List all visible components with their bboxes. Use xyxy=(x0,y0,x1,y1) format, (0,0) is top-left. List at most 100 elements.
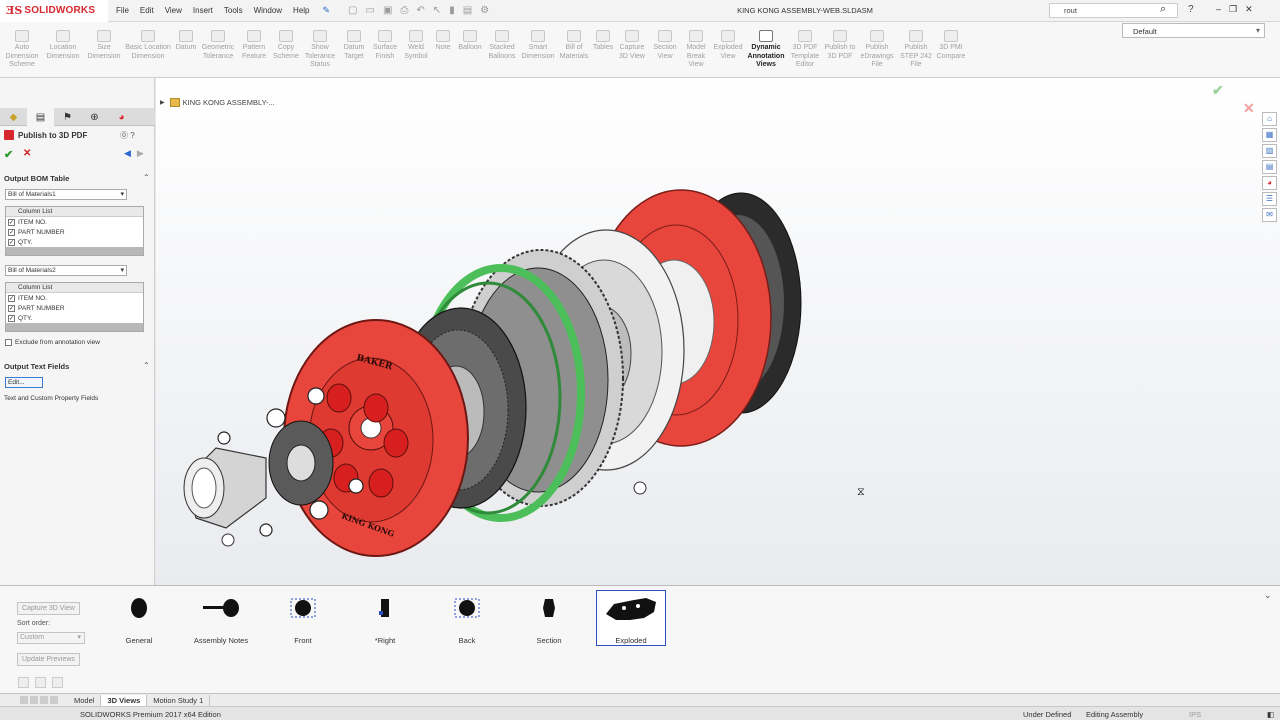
ok-check-icon[interactable]: ✔ xyxy=(4,148,13,161)
unit-system[interactable]: IPS xyxy=(1189,710,1201,719)
graphics-viewport[interactable]: ▶ KING KONG ASSEMBLY-... ✔ ✕ BAKER KING … xyxy=(156,78,1280,585)
tab-model[interactable]: Model xyxy=(68,694,102,706)
save-icon[interactable]: ▣ xyxy=(383,5,392,16)
collapse-panel-chevron-icon[interactable]: ⌄ xyxy=(1264,590,1272,601)
design-library-icon[interactable]: ▧ xyxy=(1262,144,1277,158)
close-icon[interactable]: ✕ xyxy=(1245,4,1253,15)
command-location-dimension[interactable]: Location Dimension xyxy=(41,22,85,61)
tab-3d-views[interactable]: 3D Views xyxy=(101,694,148,706)
menu-help[interactable]: Help xyxy=(293,6,309,15)
open-icon[interactable]: ▭ xyxy=(366,5,375,16)
command-publish-edrawings-file[interactable]: Publish eDrawings File xyxy=(857,22,897,70)
checkbox-checked-icon[interactable]: ✓ xyxy=(8,314,15,322)
command-tables[interactable]: Tables xyxy=(591,22,615,53)
forward-arrow-icon[interactable]: ▶ xyxy=(137,148,144,159)
property-manager-tab-icon[interactable]: ▤ xyxy=(27,108,54,126)
command-stacked-balloons[interactable]: Stacked Balloons xyxy=(485,22,519,61)
section-output-bom[interactable]: Output BOM Table xyxy=(4,174,69,183)
command-copy-scheme[interactable]: Copy Scheme xyxy=(271,22,301,61)
solidworks-logo[interactable]: ƎS SOLIDWORKS xyxy=(0,0,108,22)
command-auto-dimension-scheme[interactable]: Auto Dimension Scheme xyxy=(3,22,41,70)
menu-edit[interactable]: Edit xyxy=(140,6,154,15)
command-datum-target[interactable]: Datum Target xyxy=(339,22,369,61)
menu-tools[interactable]: Tools xyxy=(224,6,243,15)
prev-arrow-icon[interactable] xyxy=(30,696,38,704)
file-properties-icon[interactable]: ▤ xyxy=(463,5,472,16)
forum-icon[interactable]: ✉ xyxy=(1262,208,1277,222)
command-geometric-tolerance[interactable]: Geometric Tolerance xyxy=(199,22,237,61)
command-dynamic-annotation-views[interactable]: Dynamic Annotation Views xyxy=(745,22,787,70)
appearances-icon[interactable]: ◕ xyxy=(1262,176,1277,190)
feature-manager-tab-icon[interactable]: ◆ xyxy=(0,108,27,126)
print-icon[interactable]: ⎙ xyxy=(400,5,408,16)
help-icons[interactable]: ⓪ ? xyxy=(120,130,135,141)
search-input[interactable]: rout xyxy=(1049,3,1178,18)
checkbox-unchecked-icon[interactable] xyxy=(5,339,12,346)
custom-properties-icon[interactable]: ☰ xyxy=(1262,192,1277,206)
menu-view[interactable]: View xyxy=(165,6,182,15)
quick-tips-icon[interactable]: ◧ xyxy=(1267,710,1274,719)
display-manager-tab-icon[interactable]: ◕ xyxy=(108,108,135,126)
view-thumbnail-back[interactable]: Back xyxy=(432,590,502,646)
column-row[interactable]: ✓ QTY. xyxy=(6,313,143,323)
section-output-text-fields[interactable]: Output Text Fields xyxy=(4,362,69,371)
command-model-break-view[interactable]: Model Break View xyxy=(681,22,711,70)
command-weld-symbol[interactable]: Weld Symbol xyxy=(401,22,431,61)
checkbox-checked-icon[interactable]: ✓ xyxy=(8,304,15,312)
update-previews-button[interactable]: Update Previews xyxy=(17,653,80,666)
command-balloon[interactable]: Balloon xyxy=(455,22,485,53)
configuration-manager-tab-icon[interactable]: ⚑ xyxy=(54,108,81,126)
new-document-icon[interactable]: ▢ xyxy=(348,5,357,16)
home-icon[interactable]: ⌂ xyxy=(1262,112,1277,126)
checkbox-checked-icon[interactable]: ✓ xyxy=(8,238,15,246)
menu-file[interactable]: File xyxy=(116,6,129,15)
checkbox-checked-icon[interactable]: ✓ xyxy=(8,294,15,302)
minimize-icon[interactable]: – xyxy=(1216,4,1221,15)
exclude-annotation-checkbox[interactable]: Exclude from annotation view xyxy=(5,339,100,346)
edit-view-icon[interactable] xyxy=(35,677,46,688)
tab-motion-study-1[interactable]: Motion Study 1 xyxy=(147,694,211,706)
command-surface-finish[interactable]: Surface Finish xyxy=(369,22,401,61)
command-smart-dimension[interactable]: Smart Dimension xyxy=(519,22,557,61)
sort-order-select[interactable]: Custom xyxy=(17,632,85,644)
checkbox-checked-icon[interactable]: ✓ xyxy=(8,218,15,226)
view-thumbnail-section[interactable]: Section xyxy=(514,590,584,646)
command-basic-location-dimension[interactable]: Basic Location Dimension xyxy=(123,22,173,61)
first-arrow-icon[interactable] xyxy=(20,696,28,704)
column-row[interactable]: ✓ QTY. xyxy=(6,237,143,247)
column-row[interactable]: ✓ ITEM NO. xyxy=(6,217,143,227)
command-section-view[interactable]: Section View xyxy=(649,22,681,61)
view-thumbnail-assembly-notes[interactable]: Assembly Notes xyxy=(186,590,256,646)
pin-menu-icon[interactable]: ✎ xyxy=(323,5,331,16)
command-show-tolerance-status[interactable]: Show Tolerance Status xyxy=(301,22,339,70)
undo-icon[interactable]: ↶ xyxy=(416,5,424,16)
checkbox-checked-icon[interactable]: ✓ xyxy=(8,228,15,236)
cancel-x-icon[interactable]: ✕ xyxy=(23,148,31,159)
collapse-chevron-icon[interactable]: ⌃ xyxy=(143,173,150,182)
dimxpert-manager-tab-icon[interactable]: ⊕ xyxy=(81,108,108,126)
options-gear-icon[interactable]: ⚙ xyxy=(480,5,489,16)
command-3d-pmi-compare[interactable]: 3D PMI Compare xyxy=(935,22,967,61)
duplicate-view-icon[interactable] xyxy=(52,677,63,688)
command-bill-of-materials[interactable]: Bill of Materials xyxy=(557,22,591,61)
command-3d-pdf-template-editor[interactable]: 3D PDF Template Editor xyxy=(787,22,823,70)
help-icon[interactable]: ? xyxy=(1188,4,1194,15)
delete-view-icon[interactable] xyxy=(18,677,29,688)
view-thumbnail-right[interactable]: *Right xyxy=(350,590,420,646)
bom2-select[interactable]: Bill of Materials2 xyxy=(5,265,127,276)
collapse-chevron-icon[interactable]: ⌃ xyxy=(143,361,150,370)
rebuild-icon[interactable]: ▮ xyxy=(449,5,455,16)
next-arrow-icon[interactable] xyxy=(40,696,48,704)
command-size-dimension[interactable]: Size Dimension xyxy=(85,22,123,61)
tab-scroll-arrows[interactable] xyxy=(0,696,68,704)
select-icon[interactable]: ↖ xyxy=(433,5,441,16)
view-thumbnail-exploded[interactable]: Exploded xyxy=(596,590,666,646)
configuration-select[interactable]: Default xyxy=(1122,23,1265,38)
view-thumbnail-front[interactable]: Front xyxy=(268,590,338,646)
back-arrow-icon[interactable]: ◀ xyxy=(124,148,131,159)
view-thumbnail-general[interactable]: General xyxy=(104,590,174,646)
menu-insert[interactable]: Insert xyxy=(193,6,213,15)
column-row[interactable]: ✓ PART NUMBER xyxy=(6,303,143,313)
edit-button[interactable]: Edit... xyxy=(5,377,43,388)
command-datum[interactable]: Datum xyxy=(173,22,199,53)
